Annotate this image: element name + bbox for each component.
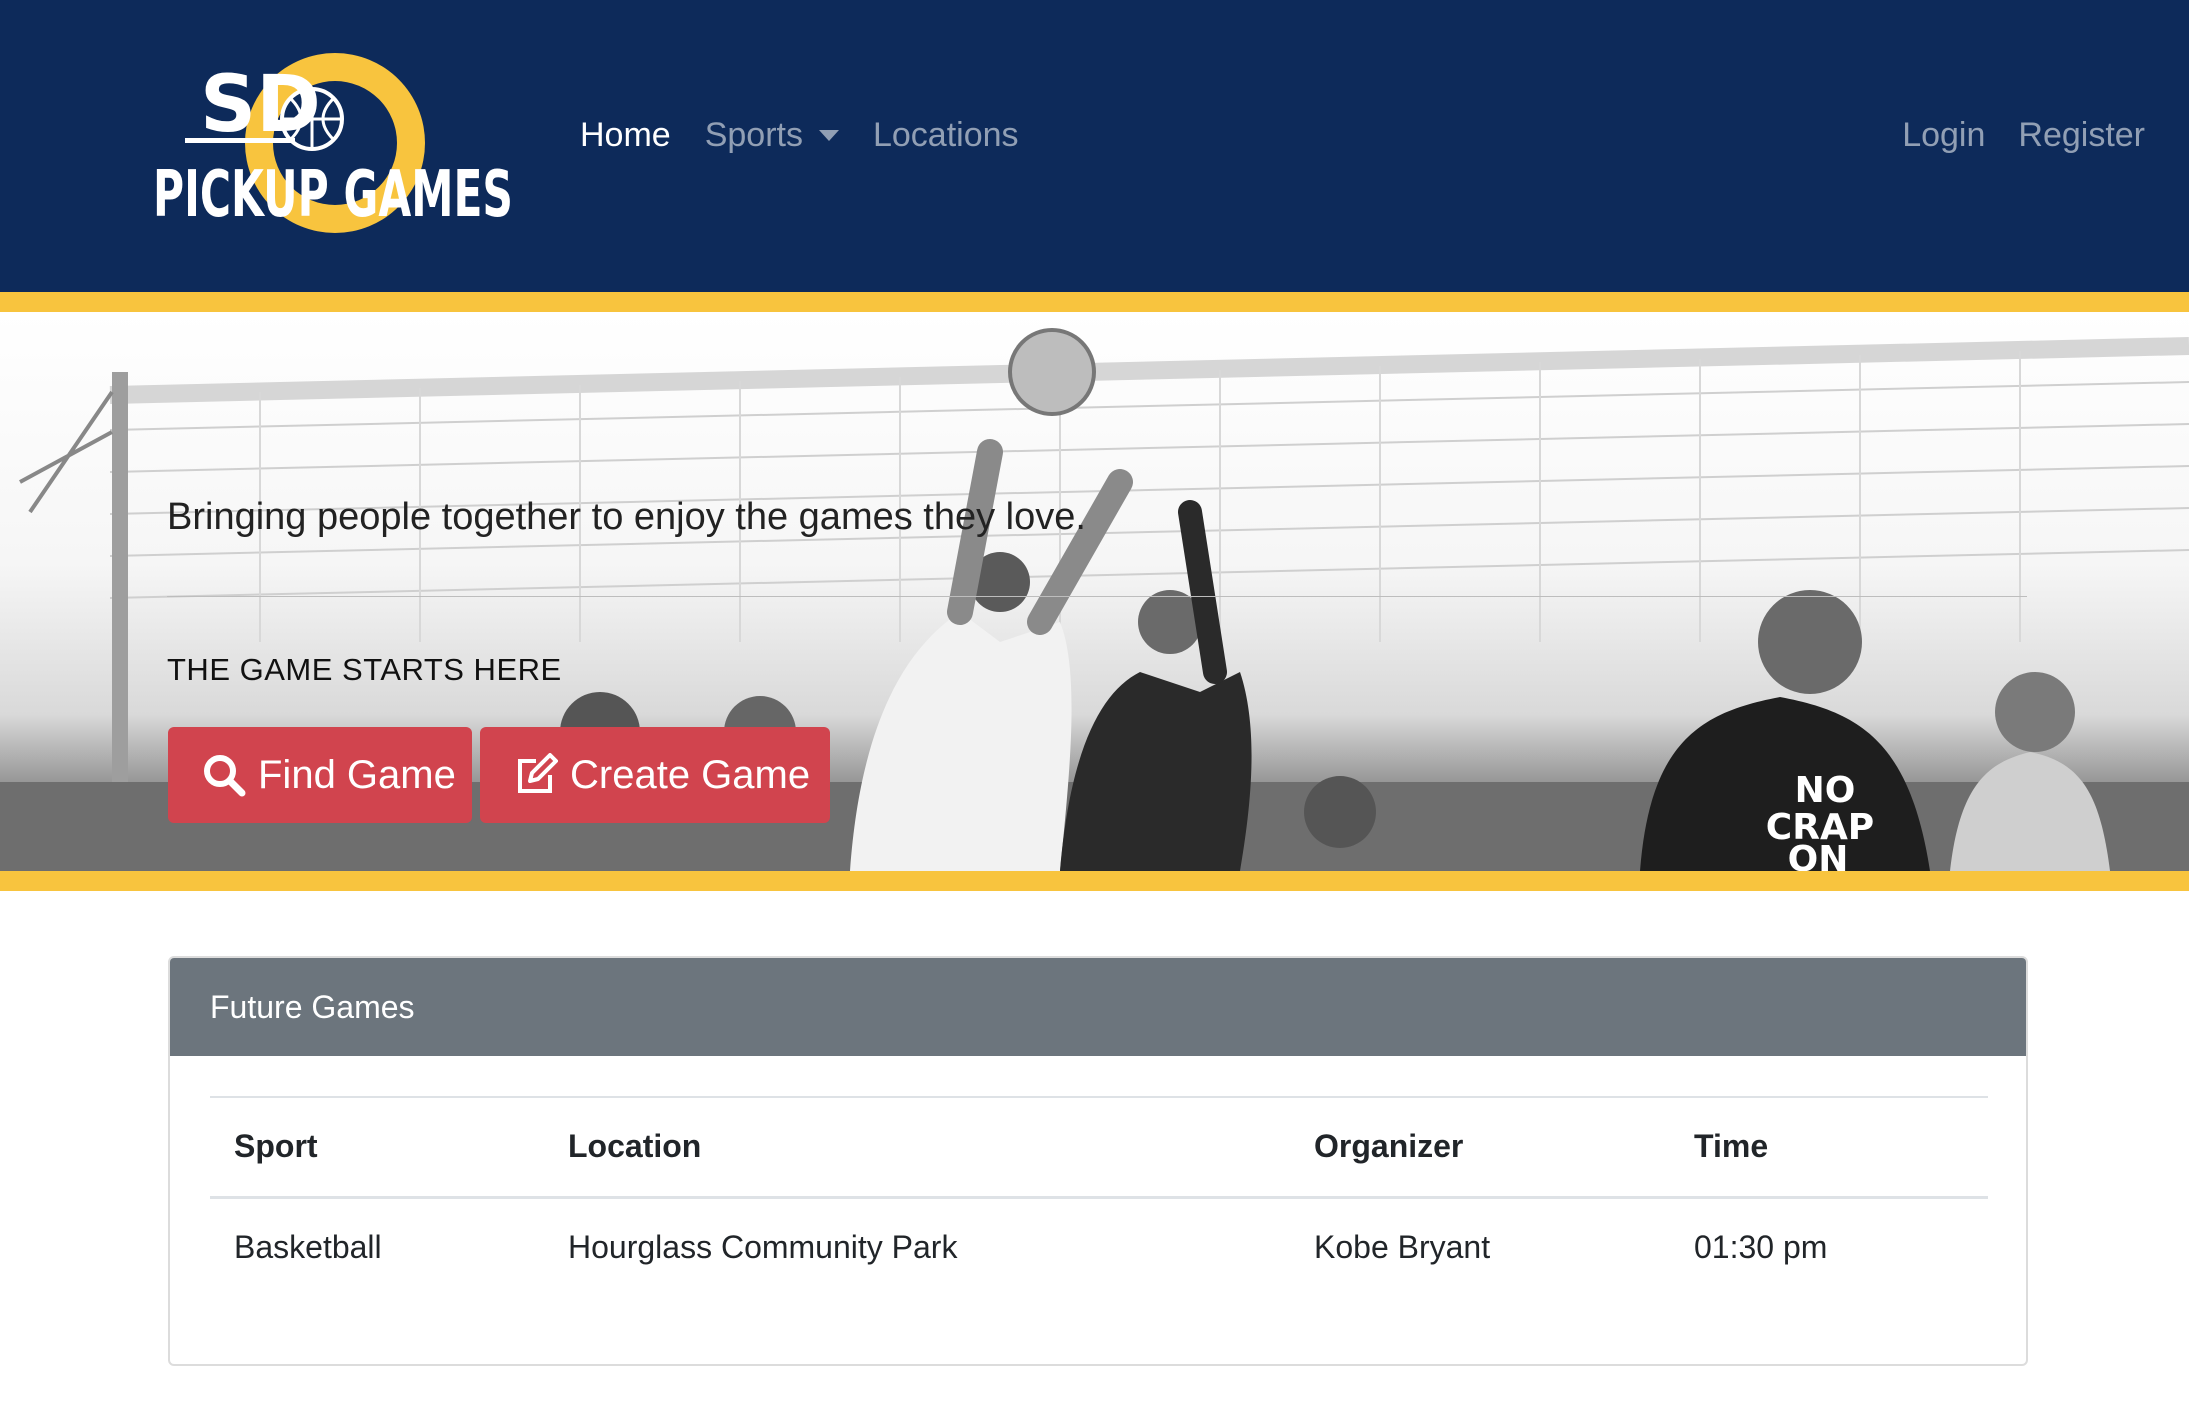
- cell-organizer: Kobe Bryant: [1314, 1229, 1491, 1266]
- find-game-label: Find Game: [258, 752, 456, 797]
- card-title: Future Games: [170, 958, 2026, 1056]
- cell-time: 01:30 pm: [1694, 1229, 1828, 1266]
- column-header-sport: Sport: [210, 1096, 544, 1199]
- cell-sport: Basketball: [234, 1229, 382, 1266]
- hero-tagline: Bringing people together to enjoy the ga…: [167, 496, 1086, 538]
- nav-login[interactable]: Login: [1902, 116, 1985, 155]
- future-games-card: Future Games Sport Location Organizer Ti…: [168, 956, 2028, 1366]
- site-logo[interactable]: SD PICKUP GAMES: [145, 46, 525, 240]
- table-row[interactable]: Basketball Hourglass Community Park Kobe…: [210, 1197, 1988, 1297]
- edit-icon: [518, 753, 558, 793]
- column-header-location: Location: [544, 1096, 1290, 1199]
- auth-nav: Login Register: [1869, 116, 2145, 155]
- gold-divider-top: [0, 292, 2189, 312]
- column-header-organizer: Organizer: [1290, 1096, 1670, 1199]
- chevron-down-icon: [818, 130, 839, 141]
- hero-banner: NO CRAP ON Bringing people together to e…: [0, 312, 2189, 871]
- table-header-row: Sport Location Organizer Time: [210, 1096, 1988, 1199]
- nav-register[interactable]: Register: [2018, 116, 2145, 155]
- nav-sports-dropdown[interactable]: Sports: [705, 116, 839, 155]
- find-game-button[interactable]: Find Game: [168, 727, 472, 823]
- column-header-time: Time: [1670, 1096, 1988, 1199]
- main-nav: Home Sports Locations: [580, 116, 1053, 155]
- create-game-label: Create Game: [570, 752, 811, 797]
- svg-text:ON: ON: [1788, 839, 1849, 871]
- gold-divider-bottom: [0, 871, 2189, 891]
- hero-kicker: THE GAME STARTS HERE: [167, 652, 562, 687]
- cell-location: Hourglass Community Park: [568, 1229, 958, 1266]
- create-game-button[interactable]: Create Game: [480, 727, 830, 823]
- nav-sports-label: Sports: [704, 116, 803, 154]
- navbar: SD PICKUP GAMES Home Sports Locations Lo…: [0, 0, 2189, 292]
- nav-locations[interactable]: Locations: [873, 116, 1019, 155]
- logo-line1: SD: [200, 60, 321, 150]
- svg-text:NO: NO: [1795, 770, 1856, 811]
- logo-line2: PICKUP GAMES: [153, 158, 513, 232]
- future-games-table: Sport Location Organizer Time Basketball…: [210, 1096, 1988, 1297]
- hero-divider: [167, 596, 2027, 597]
- nav-home[interactable]: Home: [580, 116, 671, 155]
- search-icon: [204, 755, 246, 797]
